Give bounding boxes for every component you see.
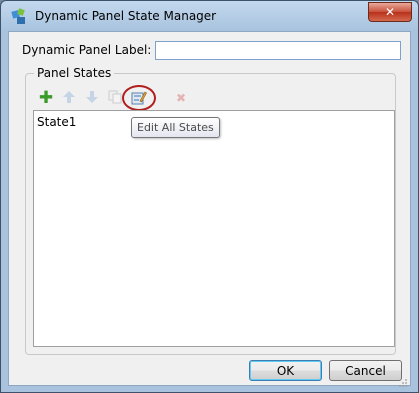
states-list[interactable]: State1: [33, 110, 395, 347]
resize-grip-icon[interactable]: [398, 373, 408, 387]
edit-all-states-tooltip: Edit All States: [131, 117, 220, 138]
title-bar[interactable]: Dynamic Panel State Manager ✕: [1, 1, 418, 31]
close-button[interactable]: ✕: [368, 2, 412, 22]
delete-state-icon[interactable]: ✖: [173, 90, 189, 106]
dialog-client: Dynamic Panel Label: Panel States ✚ ✖ St…: [8, 31, 411, 387]
close-icon: ✕: [384, 5, 396, 19]
list-item-state1[interactable]: State1: [37, 115, 76, 129]
window-title: Dynamic Panel State Manager: [35, 9, 217, 23]
cancel-button[interactable]: Cancel: [329, 360, 402, 381]
move-up-icon[interactable]: [61, 90, 77, 106]
add-state-icon[interactable]: ✚: [38, 90, 54, 107]
move-down-icon[interactable]: [84, 90, 100, 106]
highlight-ring: [122, 85, 156, 111]
panel-states-title: Panel States: [34, 66, 115, 80]
duplicate-state-icon[interactable]: [107, 90, 123, 106]
panel-label-caption: Dynamic Panel Label:: [22, 43, 152, 57]
app-icon: [11, 8, 29, 26]
dialog-window: Dynamic Panel State Manager ✕ Dynamic Pa…: [0, 0, 419, 393]
ok-button[interactable]: OK: [249, 360, 322, 381]
panel-label-input[interactable]: [155, 41, 401, 60]
